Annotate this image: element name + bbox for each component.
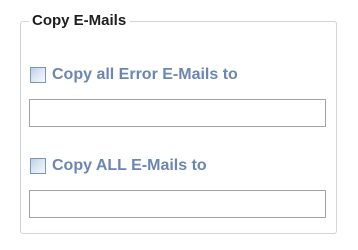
copy-error-emails-option[interactable]: Copy all Error E-Mails to: [30, 65, 238, 85]
copy-all-emails-checkbox[interactable]: [30, 158, 46, 174]
copy-error-emails-label: Copy all Error E-Mails to: [52, 66, 238, 83]
copy-error-emails-field[interactable]: [29, 99, 326, 127]
copy-all-emails-field[interactable]: [29, 190, 326, 218]
copy-all-emails-label: Copy ALL E-Mails to: [52, 157, 207, 174]
copy-emails-panel: Copy E-Mails Copy all Error E-Mails to C…: [0, 0, 358, 250]
group-title: Copy E-Mails: [32, 12, 127, 29]
copy-all-emails-option[interactable]: Copy ALL E-Mails to: [30, 156, 207, 176]
copy-error-emails-checkbox[interactable]: [30, 67, 46, 83]
